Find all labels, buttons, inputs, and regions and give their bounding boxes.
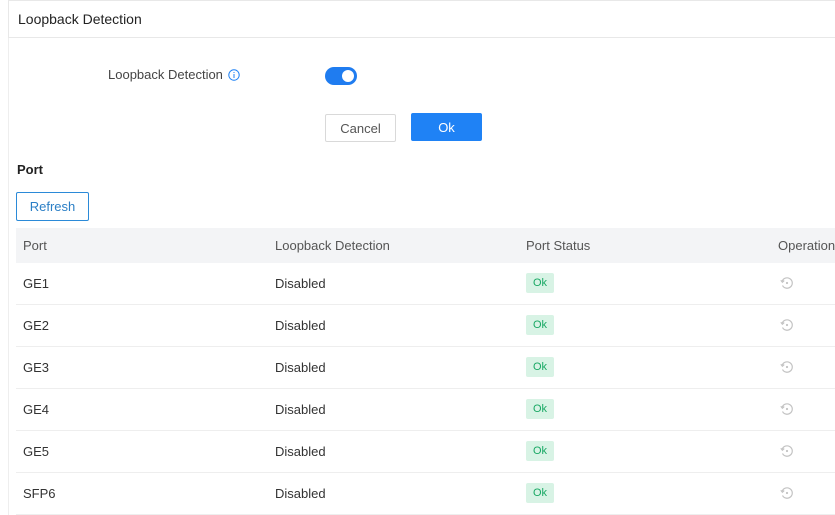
status-badge: Ok	[526, 441, 554, 461]
table-row: GE4 Disabled Ok	[16, 389, 835, 431]
loopback-detection-label: Loopback Detection	[108, 67, 240, 82]
port-cell: GE5	[23, 444, 50, 459]
column-header-operation: Operation	[778, 238, 835, 253]
column-header-port-status: Port Status	[526, 238, 591, 253]
table-row: GE5 Disabled Ok	[16, 431, 835, 473]
status-badge: Ok	[526, 399, 554, 419]
table-row: SFP6 Disabled Ok	[16, 473, 835, 515]
toggle-knob	[342, 70, 354, 82]
port-cell: GE4	[23, 402, 50, 417]
table-row: GE2 Disabled Ok	[16, 305, 835, 347]
loopback-cell: Disabled	[275, 318, 326, 333]
port-section-title: Port	[17, 162, 43, 177]
port-table: Port Loopback Detection Port Status Oper…	[16, 228, 835, 515]
card-header: Loopback Detection	[8, 0, 835, 38]
status-badge: Ok	[526, 273, 554, 293]
table-header: Port Loopback Detection Port Status Oper…	[16, 228, 835, 263]
cancel-button[interactable]: Cancel	[325, 114, 396, 142]
reset-icon[interactable]	[779, 359, 795, 375]
page: Loopback Detection Loopback Detection Ca…	[0, 0, 835, 515]
status-badge: Ok	[526, 483, 554, 503]
table-row: GE3 Disabled Ok	[16, 347, 835, 389]
ok-button[interactable]: Ok	[411, 113, 482, 141]
refresh-button[interactable]: Refresh	[16, 192, 89, 221]
loopback-cell: Disabled	[275, 402, 326, 417]
info-icon[interactable]	[228, 68, 240, 81]
reset-icon[interactable]	[779, 443, 795, 459]
loopback-detection-toggle[interactable]	[325, 67, 357, 85]
column-header-port: Port	[23, 238, 47, 253]
port-cell: GE2	[23, 318, 50, 333]
column-header-loopback-detection: Loopback Detection	[275, 238, 390, 253]
reset-icon[interactable]	[779, 275, 795, 291]
reset-icon[interactable]	[779, 317, 795, 333]
loopback-detection-label-text: Loopback Detection	[108, 67, 223, 82]
port-cell: GE3	[23, 360, 50, 375]
port-cell: SFP6	[23, 486, 56, 501]
reset-icon[interactable]	[779, 485, 795, 501]
loopback-cell: Disabled	[275, 486, 326, 501]
page-title: Loopback Detection	[18, 11, 142, 27]
loopback-cell: Disabled	[275, 360, 326, 375]
table-row: GE1 Disabled Ok	[16, 263, 835, 305]
reset-icon[interactable]	[779, 401, 795, 417]
loopback-cell: Disabled	[275, 444, 326, 459]
port-cell: GE1	[23, 276, 50, 291]
status-badge: Ok	[526, 357, 554, 377]
loopback-cell: Disabled	[275, 276, 326, 291]
status-badge: Ok	[526, 315, 554, 335]
